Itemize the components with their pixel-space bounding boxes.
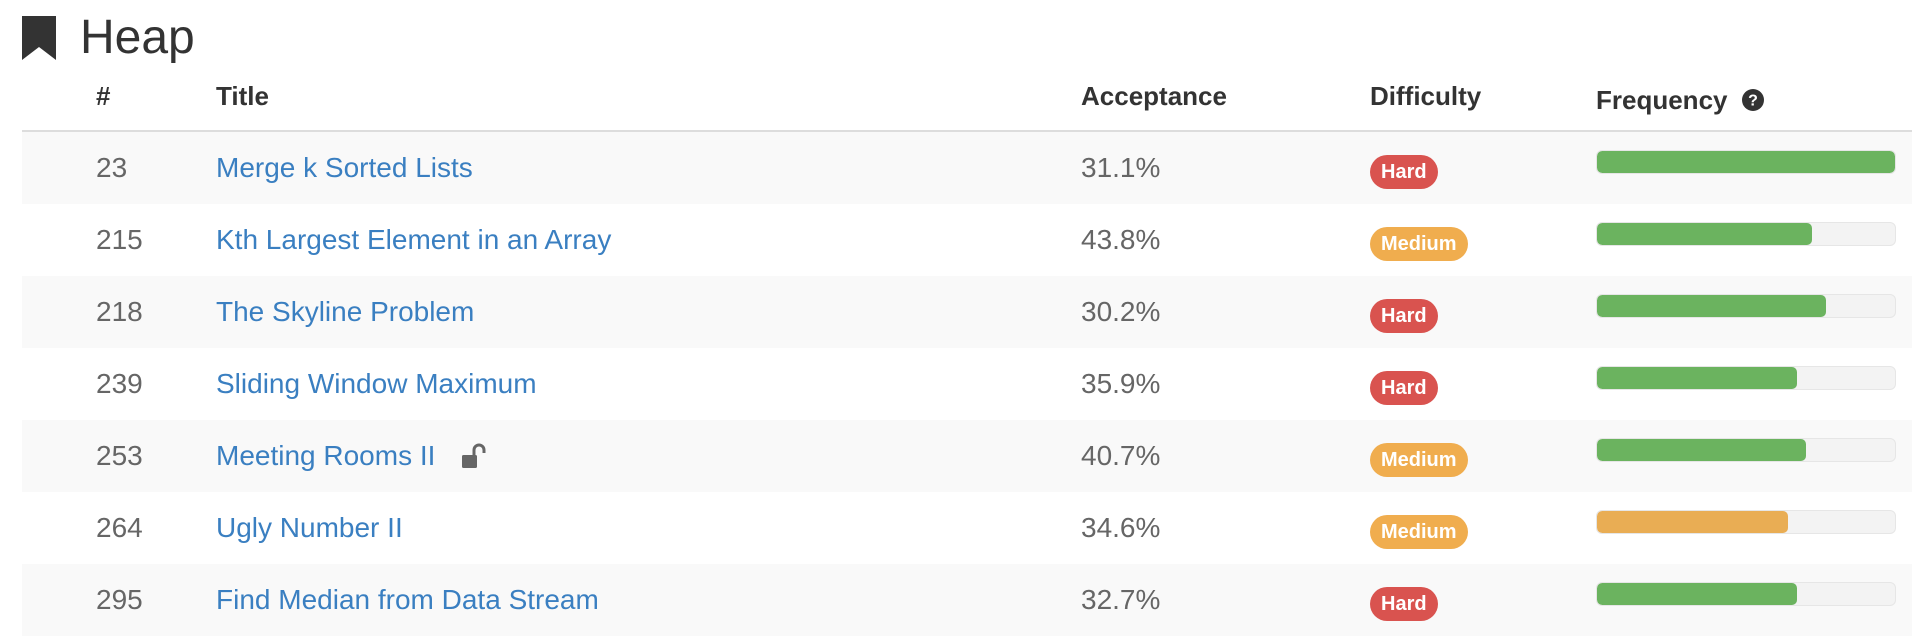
problem-number: 295 — [96, 584, 143, 615]
difficulty-badge: Medium — [1370, 227, 1468, 261]
acceptance-rate: 31.1% — [1081, 152, 1161, 183]
column-header-title[interactable]: Title — [216, 70, 269, 130]
frequency-bar — [1596, 510, 1896, 534]
problem-title-link[interactable]: Merge k Sorted Lists — [216, 132, 473, 204]
problem-title-cell: The Skyline Problem — [216, 276, 474, 348]
frequency-bar-fill — [1597, 367, 1797, 389]
acceptance-rate: 43.8% — [1081, 224, 1161, 255]
section-header: Heap — [22, 10, 195, 66]
problem-table: # Title Acceptance Difficulty Frequency … — [22, 70, 1912, 636]
difficulty-badge: Medium — [1370, 443, 1468, 477]
frequency-bar — [1596, 366, 1896, 390]
problem-title-cell: Find Median from Data Stream — [216, 564, 599, 636]
frequency-bar — [1596, 294, 1896, 318]
frequency-cell — [1596, 276, 1896, 348]
column-header-frequency-label: Frequency — [1596, 85, 1728, 115]
problem-title-cell: Sliding Window Maximum — [216, 348, 537, 420]
frequency-bar-fill — [1597, 223, 1812, 245]
problem-number: 218 — [96, 296, 143, 327]
table-row: 215 Kth Largest Element in an Array 43.8… — [22, 204, 1912, 276]
problem-number: 264 — [96, 512, 143, 543]
frequency-bar — [1596, 150, 1896, 174]
difficulty-cell: Hard — [1370, 276, 1438, 348]
difficulty-cell: Hard — [1370, 132, 1438, 204]
table-body: 23 Merge k Sorted Lists 31.1% Hard 215 K… — [22, 132, 1912, 636]
difficulty-cell: Medium — [1370, 204, 1468, 276]
table-header: # Title Acceptance Difficulty Frequency … — [22, 70, 1912, 132]
problem-title-link[interactable]: Sliding Window Maximum — [216, 348, 537, 420]
difficulty-badge: Hard — [1370, 299, 1438, 333]
question-circle-icon[interactable]: ? — [1741, 89, 1764, 111]
difficulty-badge: Hard — [1370, 155, 1438, 189]
column-header-frequency[interactable]: Frequency ? — [1596, 70, 1764, 130]
difficulty-badge: Hard — [1370, 371, 1438, 405]
acceptance-rate: 40.7% — [1081, 440, 1161, 471]
frequency-bar — [1596, 582, 1896, 606]
table-row: 253 Meeting Rooms II 40.7% Medium — [22, 420, 1912, 492]
section-title: Heap — [80, 11, 195, 64]
frequency-bar-fill — [1597, 583, 1797, 605]
problem-number: 23 — [96, 152, 128, 183]
frequency-bar-fill — [1597, 295, 1827, 317]
problem-number: 253 — [96, 440, 143, 471]
frequency-cell — [1596, 564, 1896, 636]
column-header-acceptance[interactable]: Acceptance — [1081, 70, 1227, 130]
table-row: 239 Sliding Window Maximum 35.9% Hard — [22, 348, 1912, 420]
svg-text:?: ? — [1748, 93, 1758, 110]
difficulty-badge: Medium — [1370, 515, 1468, 549]
unlock-icon — [462, 443, 486, 468]
frequency-bar-fill — [1597, 511, 1788, 533]
column-header-difficulty[interactable]: Difficulty — [1370, 70, 1481, 130]
problem-title-cell: Kth Largest Element in an Array — [216, 204, 611, 276]
acceptance-rate: 35.9% — [1081, 368, 1161, 399]
problem-title-cell: Merge k Sorted Lists — [216, 132, 473, 204]
acceptance-rate: 30.2% — [1081, 296, 1161, 327]
acceptance-rate: 34.6% — [1081, 512, 1161, 543]
problem-title-link[interactable]: Kth Largest Element in an Array — [216, 204, 611, 276]
frequency-bar — [1596, 438, 1896, 462]
table-row: 295 Find Median from Data Stream 32.7% H… — [22, 564, 1912, 636]
problem-title-link[interactable]: Ugly Number II — [216, 492, 403, 564]
frequency-cell — [1596, 420, 1896, 492]
frequency-cell — [1596, 348, 1896, 420]
table-row: 218 The Skyline Problem 30.2% Hard — [22, 276, 1912, 348]
problem-title-link[interactable]: Meeting Rooms II — [216, 420, 435, 492]
difficulty-cell: Medium — [1370, 420, 1468, 492]
problem-title-link[interactable]: Find Median from Data Stream — [216, 564, 599, 636]
problem-number: 239 — [96, 368, 143, 399]
difficulty-cell: Hard — [1370, 348, 1438, 420]
difficulty-cell: Hard — [1370, 564, 1438, 636]
problem-title-cell: Ugly Number II — [216, 492, 403, 564]
difficulty-badge: Hard — [1370, 587, 1438, 621]
frequency-bar — [1596, 222, 1896, 246]
acceptance-rate: 32.7% — [1081, 584, 1161, 615]
bookmark-icon — [22, 16, 56, 60]
table-row: 264 Ugly Number II 34.6% Medium — [22, 492, 1912, 564]
frequency-bar-fill — [1597, 151, 1895, 173]
difficulty-cell: Medium — [1370, 492, 1468, 564]
problem-title-cell: Meeting Rooms II — [216, 420, 489, 492]
problem-title-link[interactable]: The Skyline Problem — [216, 276, 474, 348]
frequency-cell — [1596, 204, 1896, 276]
table-row: 23 Merge k Sorted Lists 31.1% Hard — [22, 132, 1912, 204]
column-header-number[interactable]: # — [96, 70, 110, 130]
frequency-cell — [1596, 492, 1896, 564]
problem-number: 215 — [96, 224, 143, 255]
frequency-cell — [1596, 132, 1896, 204]
frequency-bar-fill — [1597, 439, 1806, 461]
